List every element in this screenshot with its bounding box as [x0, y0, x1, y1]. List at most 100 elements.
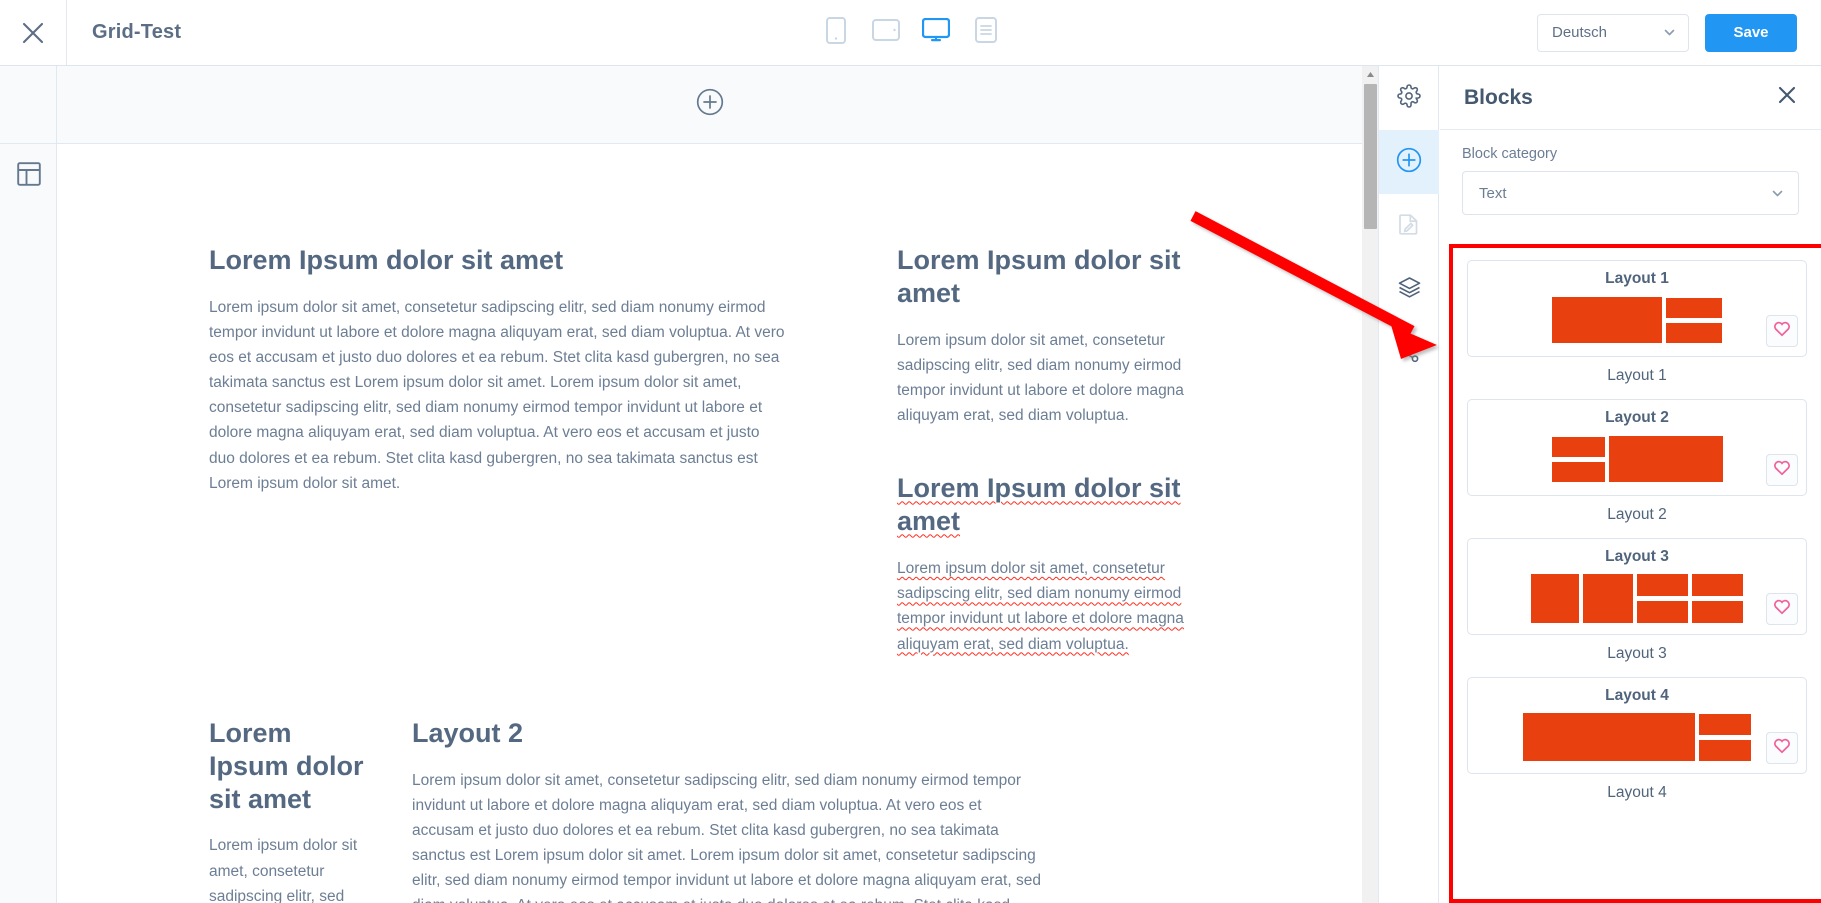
layout-block-column [1699, 713, 1751, 761]
language-value: Deutsch [1552, 24, 1608, 41]
layout-card-title: Layout 3 [1605, 548, 1669, 565]
layout-block [1552, 297, 1662, 343]
content-row-bottom: Lorem Ipsum dolor sit amet Lorem ipsum d… [57, 717, 1362, 903]
save-button[interactable]: Save [1705, 13, 1797, 52]
scrollbar-thumb[interactable] [1364, 84, 1377, 229]
layout-card-caption: Layout 3 [1607, 645, 1667, 662]
block-title: Lorem Ipsum dolor sit amet [897, 245, 1181, 308]
layout-block [1637, 573, 1688, 596]
toolbar-actions: Deutsch Save [1537, 0, 1797, 65]
block-text-editing[interactable]: Lorem ipsum dolor sit amet, consetetur s… [897, 556, 1207, 656]
layout-block-column [1551, 436, 1605, 482]
layout-grid-icon [16, 161, 41, 191]
layout-preview-diagram [1468, 294, 1806, 346]
add-section-button[interactable] [696, 88, 724, 121]
layout-card-1[interactable]: Layout 1 [1467, 260, 1807, 357]
layout-card-title: Layout 2 [1605, 409, 1669, 426]
layout-card-3[interactable]: Layout 3 [1467, 538, 1807, 635]
layout-block [1666, 297, 1722, 318]
layout-card-caption: Layout 2 [1607, 506, 1667, 523]
blocks-panel-header: Blocks [1440, 66, 1821, 130]
language-select[interactable]: Deutsch [1537, 13, 1689, 52]
scroll-up-arrow-icon[interactable] [1362, 66, 1379, 82]
block-text: Lorem ipsum dolor sit amet, consetetur s… [209, 298, 785, 492]
canvas-toolbar [57, 66, 1362, 144]
layout-block [1531, 573, 1579, 623]
favorite-button[interactable] [1766, 732, 1798, 764]
block-text: Lorem ipsum dolor sit amet, consetetur s… [209, 837, 358, 903]
app-root: Grid-Test Deutsch Save Lorem Ipsum dolor… [0, 0, 1821, 903]
plus-circle-icon [1396, 147, 1422, 178]
layout-preview-diagram [1468, 572, 1806, 624]
layout-card-4[interactable]: Layout 4 [1467, 677, 1807, 774]
layout-block [1692, 573, 1743, 596]
rail-item-share[interactable] [1379, 322, 1439, 386]
close-editor-button[interactable] [0, 0, 66, 65]
tablet-icon [871, 19, 900, 46]
device-document-button[interactable] [968, 15, 1004, 51]
block-text: Lorem ipsum dolor sit amet, consetetur s… [412, 771, 1041, 903]
block-category-value: Text [1479, 184, 1507, 202]
rail-item-add-block[interactable] [1379, 130, 1439, 194]
content-block-mid-bottom[interactable]: Layout 2 Lorem ipsum dolor sit amet, con… [405, 717, 1105, 903]
block-title-editing[interactable]: Lorem Ipsum dolor sit amet [897, 472, 1207, 538]
blocks-panel-close-button[interactable] [1777, 85, 1797, 110]
layout-block [1666, 322, 1722, 343]
device-mobile-button[interactable] [818, 15, 854, 51]
heart-icon [1773, 737, 1791, 759]
close-icon [1777, 85, 1797, 110]
content-block-right-column[interactable]: Lorem Ipsum dolor sit amet Lorem ipsum d… [847, 144, 1247, 657]
heart-icon [1773, 598, 1791, 620]
plus-circle-icon [696, 88, 724, 120]
favorite-button[interactable] [1766, 593, 1798, 625]
heart-icon [1773, 320, 1791, 342]
layout-block [1551, 461, 1605, 482]
layout-card-caption: Layout 1 [1607, 367, 1667, 384]
layout-preview-diagram [1468, 433, 1806, 485]
layout-card-2[interactable]: Layout 2 [1467, 399, 1807, 496]
top-toolbar: Grid-Test Deutsch Save [0, 0, 1821, 66]
desktop-icon [921, 17, 950, 47]
sidebar-item-layout-grid[interactable] [0, 144, 57, 208]
blocks-panel-title: Blocks [1464, 85, 1533, 109]
device-preview-switcher [818, 0, 1004, 65]
content-row-top: Lorem Ipsum dolor sit amet Lorem ipsum d… [57, 144, 1362, 657]
left-sidebar-header [0, 66, 56, 144]
blocks-panel-body: Block category Text [1440, 130, 1821, 215]
rail-item-layers[interactable] [1379, 258, 1439, 322]
layout-block [1699, 713, 1751, 735]
layout-card-caption: Layout 4 [1607, 784, 1667, 801]
block-text: Lorem ipsum dolor sit amet, consetetur s… [897, 331, 1184, 425]
block-title: Lorem Ipsum dolor sit amet [209, 245, 564, 275]
layout-block-column [1637, 573, 1688, 623]
favorite-button[interactable] [1766, 454, 1798, 486]
favorite-button[interactable] [1766, 315, 1798, 347]
editor-canvas: Lorem Ipsum dolor sit amet Lorem ipsum d… [57, 66, 1362, 903]
block-category-select[interactable]: Text [1462, 171, 1799, 215]
device-tablet-button[interactable] [868, 15, 904, 51]
block-category-label: Block category [1462, 146, 1558, 162]
page-title: Grid-Test [92, 21, 182, 43]
left-sidebar [0, 66, 57, 903]
layout-block [1523, 713, 1695, 761]
layout-block [1608, 436, 1723, 482]
layers-icon [1397, 275, 1422, 305]
content-block-left-bottom[interactable]: Lorem Ipsum dolor sit amet Lorem ipsum d… [57, 717, 405, 903]
blocks-list-highlight-region: Layout 1 Layout 1 Layout 2 Layout 2 Layo… [1449, 244, 1821, 903]
canvas-content: Lorem Ipsum dolor sit amet Lorem ipsum d… [57, 144, 1362, 903]
layout-card-title: Layout 1 [1605, 270, 1669, 287]
blocks-list[interactable]: Layout 1 Layout 1 Layout 2 Layout 2 Layo… [1467, 260, 1807, 816]
layout-block [1583, 573, 1633, 623]
share-icon [1397, 340, 1421, 369]
block-title: Layout 2 [412, 717, 524, 748]
layout-block [1699, 739, 1751, 761]
content-block-left-top[interactable]: Lorem Ipsum dolor sit amet Lorem ipsum d… [57, 144, 847, 657]
device-desktop-button[interactable] [918, 15, 954, 51]
layout-block [1637, 600, 1688, 623]
chevron-down-icon [1771, 187, 1784, 200]
close-icon [20, 20, 46, 46]
gear-icon [1397, 83, 1421, 113]
rail-item-settings[interactable] [1379, 66, 1439, 130]
document-edit-icon [1397, 212, 1421, 241]
canvas-scrollbar[interactable] [1362, 66, 1379, 903]
